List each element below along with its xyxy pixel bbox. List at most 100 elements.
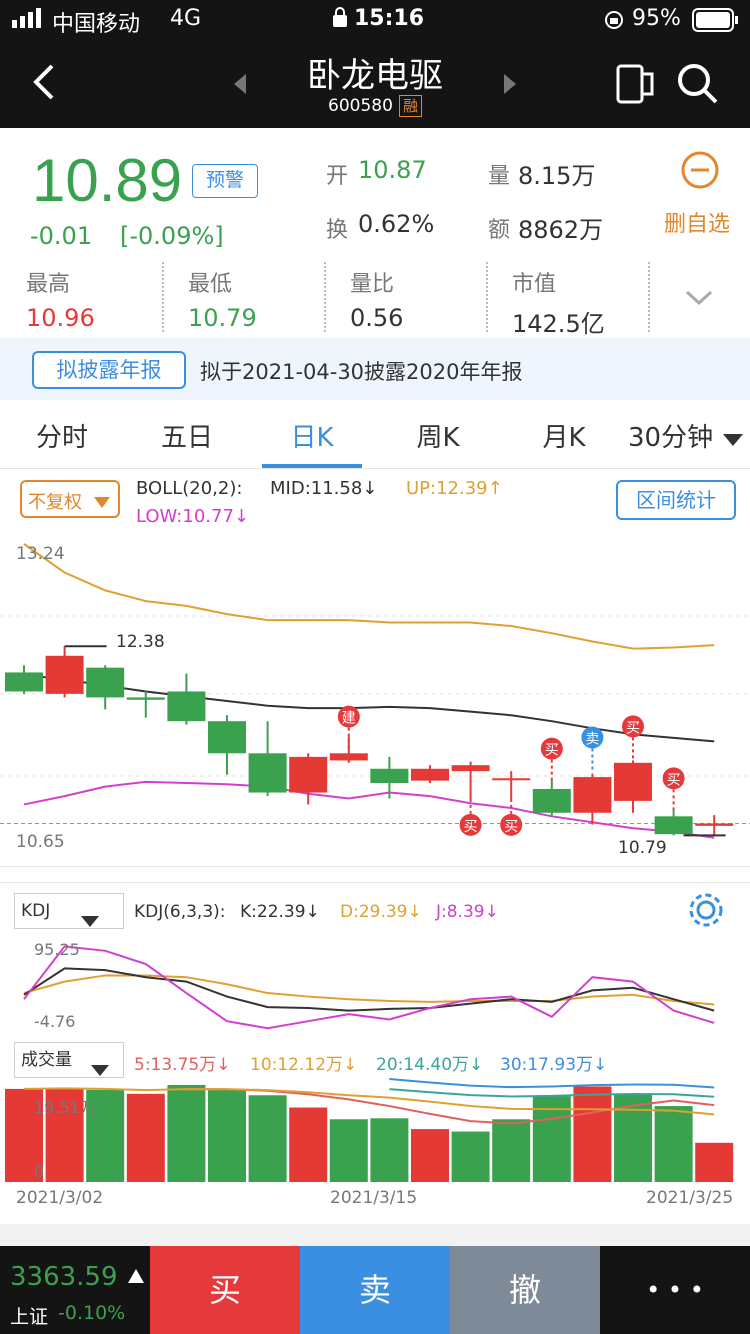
candle-body [5, 672, 43, 692]
candle-body [492, 778, 531, 781]
volume-bar [573, 1086, 612, 1182]
y-axis-bottom: 10.65 [16, 832, 65, 852]
date-end: 2021/3/25 [646, 1188, 734, 1208]
app-header: 中国移动 4G 15:16 95% 卧龙电驱 600580 融 [0, 0, 750, 128]
mcap-label: 市值 [512, 272, 557, 297]
remove-fav-icon[interactable] [680, 150, 720, 194]
notice-tag: 拟披露年报 [32, 351, 186, 389]
candle-body [451, 765, 490, 772]
kdj-selector[interactable]: KDJ [14, 893, 124, 929]
index-pct: -0.10% [58, 1302, 126, 1324]
battery-icon [692, 8, 740, 36]
tab-intraday[interactable]: 分时 [0, 400, 124, 468]
ratio-label: 量比 [350, 272, 395, 297]
more-button[interactable]: • • • [600, 1246, 750, 1334]
adjust-selector[interactable]: 不复权 [20, 480, 120, 518]
volume-bar [329, 1119, 368, 1182]
range-stats-button[interactable]: 区间统计 [616, 480, 736, 520]
candle-body [370, 768, 409, 784]
network-label: 4G [170, 6, 202, 31]
kdj-selector-label: KDJ [21, 901, 51, 921]
vol-ma10: 10:12.12万↓ [250, 1055, 358, 1075]
settings-gear-icon[interactable] [686, 890, 726, 934]
boll-low: LOW:10.77↓ [136, 506, 249, 527]
volume-chart[interactable] [0, 1076, 750, 1186]
volume-bar [654, 1106, 693, 1182]
volume-bar [248, 1095, 287, 1182]
kdj-chart[interactable] [0, 934, 750, 1034]
cancel-order-button[interactable]: 撤 [450, 1246, 600, 1334]
trade-marker-label: 买 [667, 772, 681, 788]
date-mid: 2021/3/15 [330, 1188, 418, 1208]
volume-selector[interactable]: 成交量 [14, 1042, 124, 1078]
volume-bar [370, 1118, 409, 1182]
boll-params: BOLL(20,2): [136, 478, 243, 499]
open-value: 10.87 [358, 156, 427, 184]
candle-body [532, 788, 571, 813]
kdj-j: J:8.39↓ [436, 902, 499, 922]
buy-button[interactable]: 买 [150, 1246, 300, 1334]
sell-button[interactable]: 卖 [300, 1246, 450, 1334]
candle-body [614, 762, 652, 801]
volume-bar [492, 1119, 531, 1182]
kdj-y-bottom: -4.76 [34, 1012, 76, 1031]
y-axis-top: 13.24 [16, 544, 65, 564]
trade-marker-label: 建 [342, 711, 356, 727]
boll-mid: MID:11.58↓ [270, 478, 378, 499]
candle-body [248, 753, 287, 793]
lock-icon [332, 6, 348, 32]
divider [0, 882, 750, 883]
candle-body [573, 777, 612, 813]
turnover-label: 换 [326, 218, 349, 243]
volume-bar [289, 1107, 328, 1182]
signal-icon [12, 6, 48, 34]
divider [162, 262, 164, 332]
vol-ma20: 20:14.40万↓ [376, 1055, 484, 1075]
volume-selector-label: 成交量 [21, 1050, 72, 1070]
kdj-j-line [23, 945, 715, 1030]
kdj-k: K:22.39↓ [240, 902, 320, 922]
tab-5day[interactable]: 五日 [124, 400, 250, 468]
divider [0, 1224, 750, 1246]
candlestick-chart[interactable]: 建买 买买卖买买 [0, 530, 750, 866]
candle-body [208, 721, 246, 754]
price-change-pct: [-0.09%] [120, 222, 224, 250]
tab-monthly-k[interactable]: 月K [504, 400, 624, 468]
tab-daily-k[interactable]: 日K [262, 400, 362, 468]
candle-body [45, 655, 84, 694]
candle-body [329, 753, 368, 761]
next-stock-icon[interactable] [502, 72, 518, 100]
alert-button[interactable]: 预警 [192, 164, 258, 198]
trade-marker-label: 卖 [585, 732, 599, 748]
remove-fav-label[interactable]: 删自选 [664, 206, 730, 238]
index-value: 3363.59 [10, 1262, 118, 1292]
vol-y-zero: 0 [34, 1162, 45, 1181]
notice-bar[interactable]: 拟披露年报 拟于2021-04-30披露2020年年报 [0, 338, 750, 400]
last-price: 10.89 [32, 147, 183, 214]
vol-ma5: 5:13.75万↓ [134, 1055, 231, 1075]
price-change: -0.01 [30, 222, 93, 250]
trade-marker-label: 买 [626, 720, 640, 736]
tab-30min[interactable]: 30分钟 [628, 400, 718, 468]
caret-down-icon[interactable] [722, 432, 744, 452]
kdj-d: D:29.39↓ [340, 902, 422, 922]
vol-ma30: 30:17.93万↓ [500, 1055, 608, 1075]
vol-ma30-line [389, 1078, 715, 1089]
tab-weekly-k[interactable]: 周K [378, 400, 498, 468]
clock: 15:16 [354, 6, 425, 31]
index-name: 上证 [10, 1306, 49, 1328]
stock-code: 600580 [328, 96, 393, 116]
amount-label: 额 [488, 218, 511, 243]
search-icon[interactable] [676, 62, 720, 110]
index-ticker[interactable]: 3363.59 上证 -0.10% [0, 1246, 150, 1334]
chevron-down-icon[interactable] [684, 288, 714, 312]
max-price-label: 12.38 [116, 632, 165, 652]
phone-switch-icon[interactable] [614, 62, 658, 110]
notice-text: 拟于2021-04-30披露2020年年报 [200, 360, 523, 384]
vol-ma20-line [389, 1088, 715, 1098]
candle-body [411, 768, 449, 781]
ratio-value: 0.56 [350, 304, 404, 332]
candle-body [695, 823, 734, 826]
low-label: 最低 [188, 272, 233, 297]
divider [0, 468, 750, 469]
